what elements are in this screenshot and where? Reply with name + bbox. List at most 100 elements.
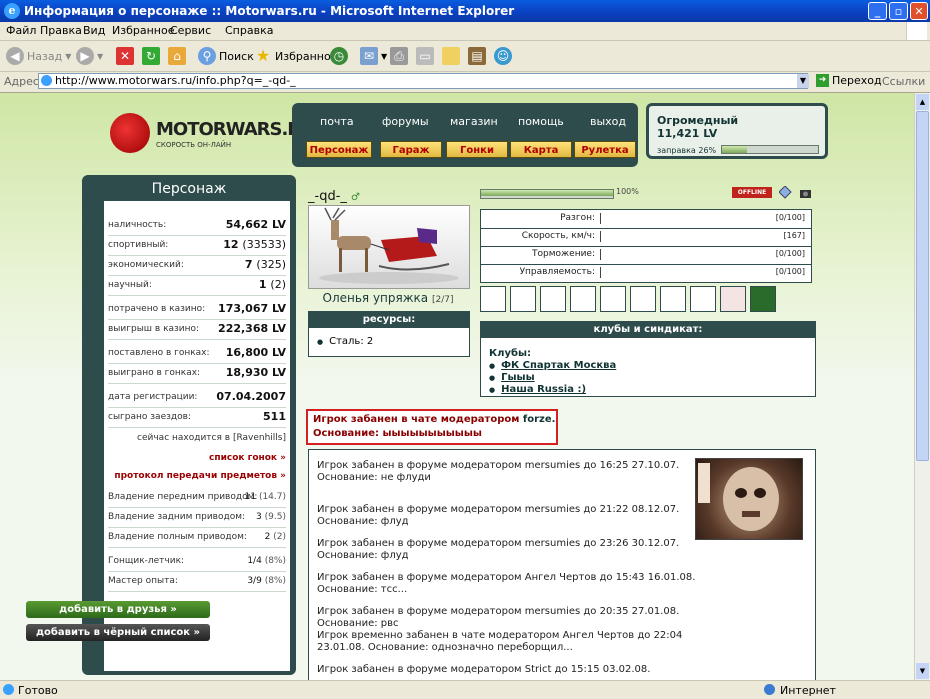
print-button[interactable]: ⎙: [390, 45, 408, 67]
club-link[interactable]: Наша Russia :): [489, 384, 586, 395]
chevron-down-icon: ▼: [65, 51, 72, 61]
links-button[interactable]: Ссылки: [882, 75, 925, 88]
go-button[interactable]: ➜ Переход: [816, 74, 882, 87]
stat-row: наличность: 54,662 LV: [108, 217, 286, 236]
stat-row: выиграно в гонках: 18,930 LV: [108, 365, 286, 384]
item-slot-chip-icon[interactable]: [750, 286, 776, 312]
character-panel-title: Персонаж: [151, 181, 227, 197]
add-blacklist-button[interactable]: добавить в чёрный список »: [26, 624, 210, 641]
experience-value: 100%: [616, 187, 639, 196]
ban-log-entry: Игрок забанен в форуме модератором mersu…: [317, 538, 680, 561]
nav-forums[interactable]: форумы: [382, 115, 429, 128]
menu-file[interactable]: Файл: [6, 24, 36, 37]
item-slot-gift-icon[interactable]: [720, 286, 746, 312]
location-text[interactable]: сейчас находится в [Ravenhills]: [108, 433, 286, 443]
status-bar: Готово Интернет: [0, 680, 930, 699]
nav-mail[interactable]: почта: [320, 115, 354, 128]
refresh-button[interactable]: ↻: [142, 45, 160, 67]
menu-edit[interactable]: Правка: [40, 24, 82, 37]
messenger-icon: ☺: [494, 47, 512, 65]
resources-box: ресурсы: Сталь: 2: [308, 311, 470, 357]
stat-row: сыграно заездов: 511: [108, 409, 286, 428]
back-button[interactable]: ◀ Назад ▼: [6, 45, 71, 67]
club-link[interactable]: ФК Спартак Москва: [489, 360, 616, 371]
ban-log-entry: Игрок забанен в форуме модератором mersu…: [317, 504, 680, 527]
item-slot[interactable]: [660, 286, 686, 312]
scroll-up-icon[interactable]: ▲: [916, 94, 929, 110]
toolbar: ◀ Назад ▼ ▶ ▼ ✕ ↻ ⌂ ⚲ Поиск ★ Избранное …: [0, 41, 930, 72]
item-slot[interactable]: [630, 286, 656, 312]
globe-icon: [764, 684, 775, 695]
transfer-log-link[interactable]: протокол передачи предметов »: [108, 471, 286, 481]
menu-bar: Файл Правка Вид Избранное Сервис Справка: [0, 22, 930, 41]
car-name[interactable]: Оленья упряжка [2/7]: [308, 291, 468, 305]
nav-races-button[interactable]: Гонки: [446, 141, 508, 158]
item-slot[interactable]: [570, 286, 596, 312]
scroll-thumb[interactable]: [916, 111, 929, 461]
menu-view[interactable]: Вид: [83, 24, 105, 37]
skill-row: Владение полным приводом: 2 (2): [108, 529, 286, 548]
fuel-bar-fill: [722, 146, 747, 153]
stat-row: поставлено в гонках: 16,800 LV: [108, 345, 286, 364]
forward-button[interactable]: ▶ ▼: [76, 45, 103, 67]
nav-exit[interactable]: выход: [590, 115, 626, 128]
site-logo[interactable]: MOTORWARS.RU СКОРОСТЬ ОН-ЛАЙН: [110, 113, 315, 153]
vertical-scrollbar[interactable]: ▲ ▼: [914, 93, 930, 680]
nav-map-button[interactable]: Карта: [510, 141, 572, 158]
history-button[interactable]: ◷: [330, 45, 348, 67]
account-box: Огромедный 11,421 LV заправка 26%: [646, 103, 828, 159]
menu-tools[interactable]: Сервис: [170, 24, 211, 37]
menu-favorites[interactable]: Избранное: [112, 24, 174, 37]
chevron-down-icon: ▼: [381, 51, 388, 61]
profile-panel: _-qd-_ ♂ Оленья упряжка [2/7] ресурсы: С…: [296, 185, 816, 680]
avatar[interactable]: [695, 458, 803, 540]
stat-row: потрачено в казино: 173,067 LV: [108, 301, 286, 320]
research-icon: ▤: [468, 47, 486, 65]
account-balance: 11,421 LV: [657, 127, 718, 140]
resource-item: Сталь: 2: [317, 336, 373, 347]
clubs-label: Клубы:: [489, 348, 532, 359]
stat-row: научный: 1 (2): [108, 277, 286, 296]
camera-icon[interactable]: [799, 186, 812, 199]
edit-button[interactable]: ▭: [416, 45, 434, 67]
item-slot[interactable]: [510, 286, 536, 312]
close-button[interactable]: ✕: [910, 2, 928, 20]
nav-shop[interactable]: магазин: [450, 115, 498, 128]
search-button[interactable]: ⚲ Поиск: [198, 45, 254, 67]
address-label: Адрес:: [4, 75, 43, 88]
mail-button[interactable]: ✉ ▼: [360, 45, 387, 67]
research-button[interactable]: ▤: [468, 45, 486, 67]
page-icon: [41, 75, 52, 86]
address-input[interactable]: http://www.motorwars.ru/info.php?q=_-qd-…: [38, 73, 808, 89]
item-slot[interactable]: [480, 286, 506, 312]
stop-button[interactable]: ✕: [116, 45, 134, 67]
reindeer-sleigh-icon: [319, 207, 459, 284]
printer-icon: ⎙: [390, 47, 408, 65]
nav-help[interactable]: помощь: [518, 115, 564, 128]
add-friend-button[interactable]: добавить в друзья »: [26, 601, 210, 618]
minimize-button[interactable]: _: [868, 2, 887, 20]
home-button[interactable]: ⌂: [168, 45, 186, 67]
club-link[interactable]: Гыыы: [489, 372, 535, 383]
discuss-button[interactable]: [442, 45, 460, 67]
stat-row: экономический: 7 (325): [108, 257, 286, 276]
main-nav: почта форумы магазин помощь выход Персон…: [292, 103, 638, 167]
character-panel: Персонаж наличность: 54,662 LV спортивный…: [82, 175, 296, 675]
car-image[interactable]: [308, 205, 470, 289]
moderator-link[interactable]: forze.: [523, 414, 556, 425]
scroll-down-icon[interactable]: ▼: [916, 663, 929, 679]
menu-help[interactable]: Справка: [225, 24, 273, 37]
diamond-icon[interactable]: [779, 186, 792, 199]
nav-roulette-button[interactable]: Рулетка: [574, 141, 636, 158]
nav-character-button[interactable]: Персонаж: [306, 141, 372, 158]
item-slot[interactable]: [540, 286, 566, 312]
chevron-down-icon: ▼: [97, 51, 104, 61]
maximize-button[interactable]: ▫: [889, 2, 908, 20]
item-slot[interactable]: [690, 286, 716, 312]
favorites-button[interactable]: ★ Избранное: [254, 45, 338, 67]
race-list-link[interactable]: список гонок »: [108, 453, 286, 463]
address-dropdown-icon[interactable]: ▼: [797, 74, 809, 88]
item-slot[interactable]: [600, 286, 626, 312]
messenger-button[interactable]: ☺: [494, 45, 512, 67]
nav-garage-button[interactable]: Гараж: [380, 141, 442, 158]
